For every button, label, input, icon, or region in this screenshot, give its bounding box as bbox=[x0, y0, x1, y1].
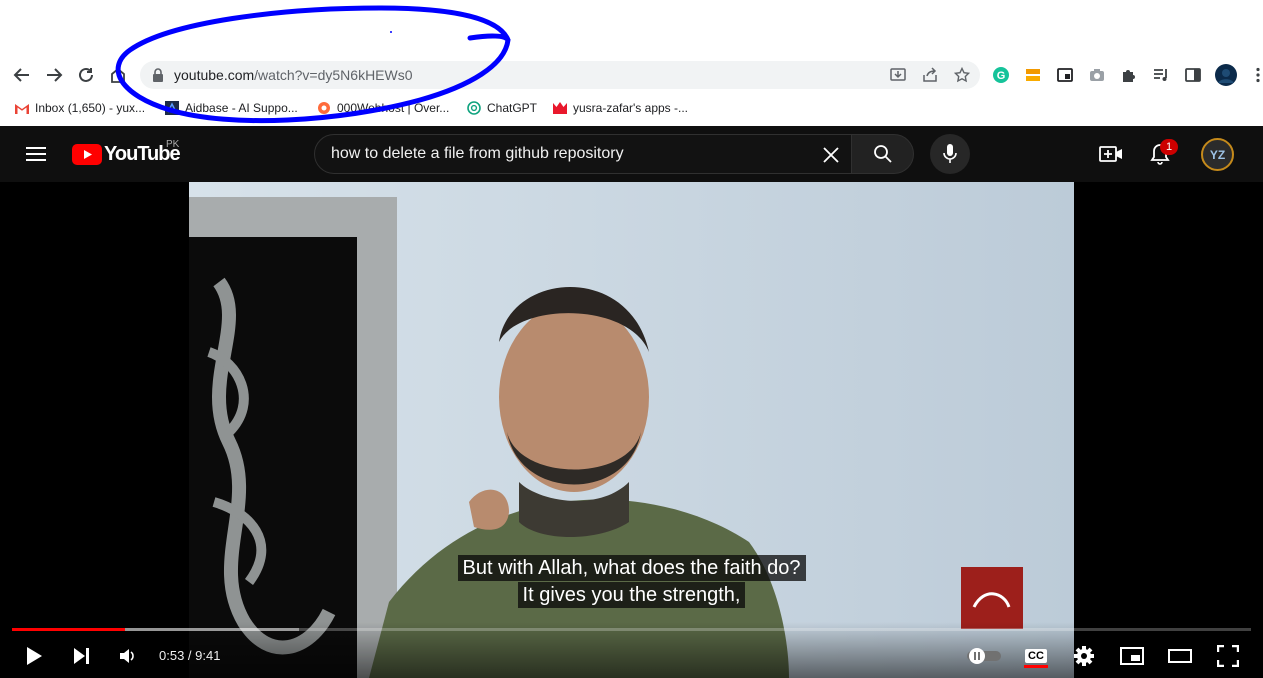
cc-active-indicator bbox=[1024, 665, 1048, 668]
region-code: PK bbox=[166, 139, 180, 150]
video-player[interactable]: But with Allah, what does the faith do? … bbox=[0, 182, 1263, 678]
next-video-icon[interactable] bbox=[70, 644, 94, 668]
caption-line-1: But with Allah, what does the faith do? bbox=[189, 555, 1074, 581]
video-frame[interactable]: But with Allah, what does the faith do? … bbox=[189, 182, 1074, 678]
youtube-account-avatar[interactable]: YZ bbox=[1201, 138, 1234, 171]
youtube-play-logo-icon bbox=[72, 143, 102, 165]
search-input[interactable]: how to delete a file from github reposit… bbox=[331, 145, 624, 163]
time-display: 0:53 / 9:41 bbox=[159, 648, 221, 663]
caption-line-2: It gives you the strength, bbox=[189, 582, 1074, 608]
voice-search-button[interactable] bbox=[930, 134, 970, 174]
youtube-header: YouTube PK how to delete a file from git… bbox=[0, 126, 1263, 182]
search-button[interactable] bbox=[851, 134, 914, 174]
fullscreen-icon[interactable] bbox=[1216, 644, 1240, 668]
autoplay-toggle[interactable] bbox=[966, 646, 1002, 666]
menu-hamburger-icon[interactable] bbox=[24, 142, 48, 166]
search-icon bbox=[873, 145, 892, 163]
clear-search-icon[interactable] bbox=[819, 143, 843, 167]
cc-icon: CC bbox=[1025, 649, 1047, 663]
progress-bar[interactable] bbox=[12, 628, 1251, 631]
theater-mode-icon[interactable] bbox=[1168, 644, 1192, 668]
settings-gear-icon[interactable] bbox=[1072, 644, 1096, 668]
volume-icon[interactable] bbox=[116, 644, 140, 668]
notification-count-badge: 1 bbox=[1160, 139, 1178, 155]
search-box[interactable]: how to delete a file from github reposit… bbox=[314, 134, 852, 174]
progress-played bbox=[12, 628, 125, 631]
create-video-icon[interactable] bbox=[1099, 142, 1123, 166]
play-button-icon[interactable] bbox=[22, 644, 46, 668]
youtube-logo[interactable]: YouTube bbox=[72, 143, 181, 165]
miniplayer-icon[interactable] bbox=[1120, 644, 1144, 668]
microphone-icon bbox=[943, 144, 957, 163]
address-bar-annotation-scribble bbox=[115, 5, 511, 124]
player-controls: 0:53 / 9:41 CC bbox=[0, 622, 1263, 678]
